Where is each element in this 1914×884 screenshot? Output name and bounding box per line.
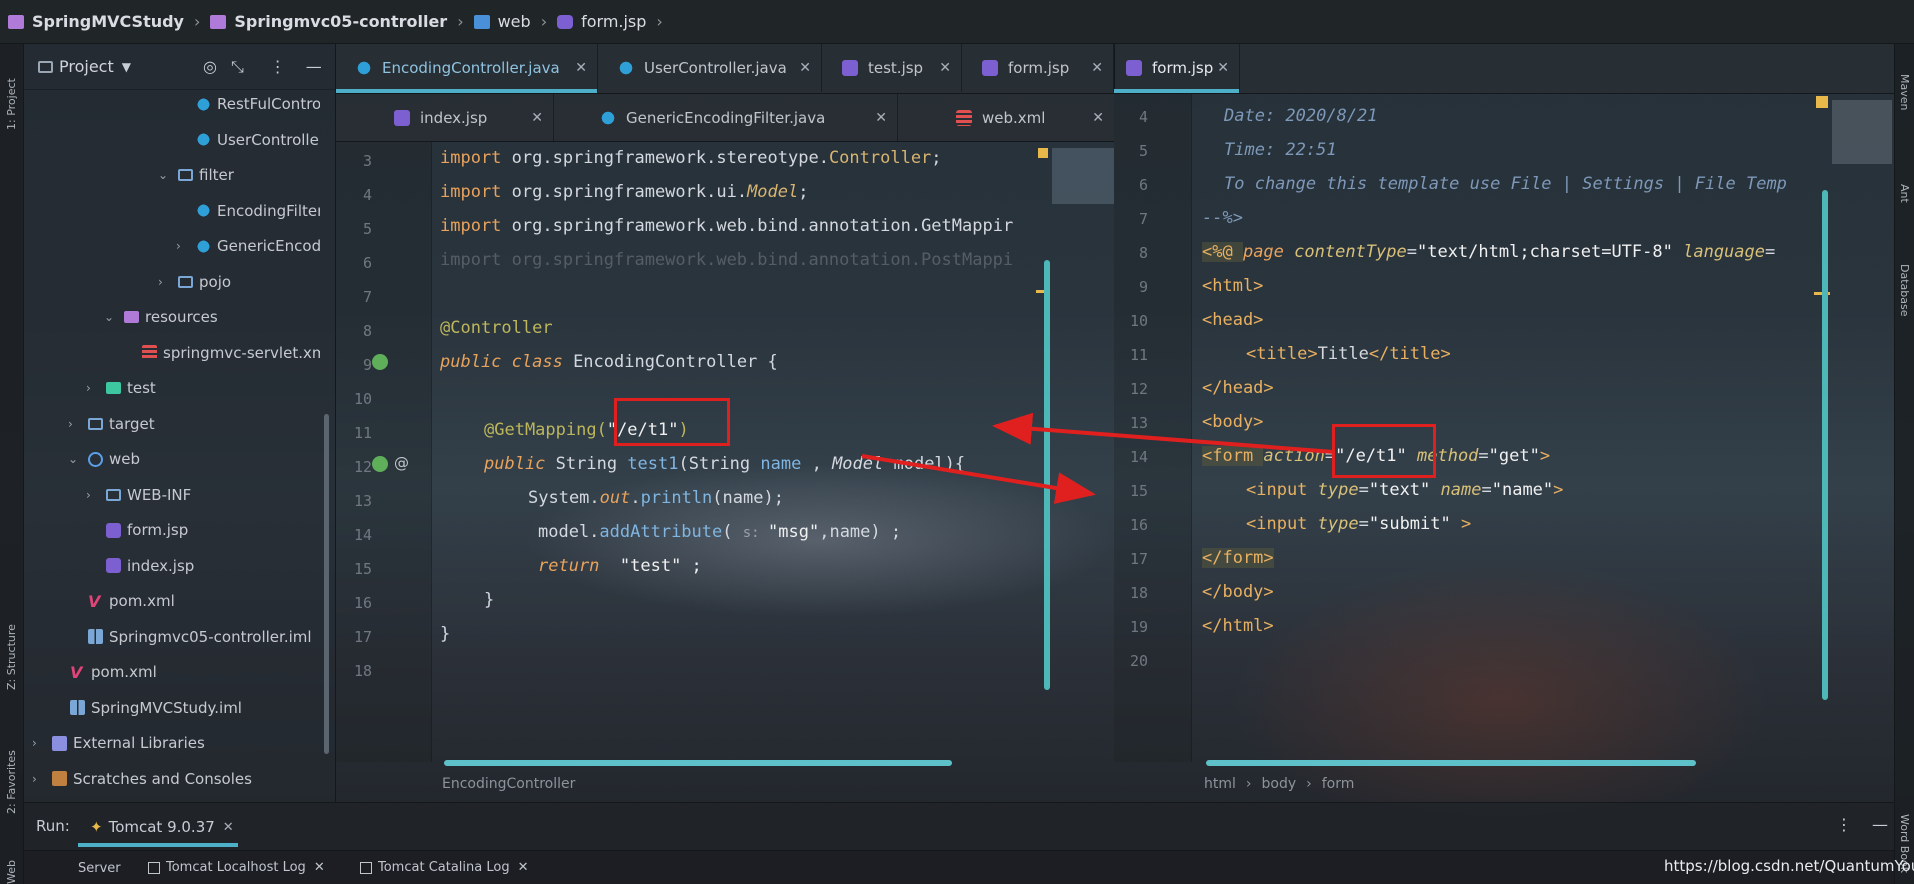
close-icon[interactable]: ✕ <box>223 820 234 835</box>
close-icon[interactable]: ✕ <box>314 860 325 875</box>
log-icon <box>360 861 372 874</box>
run-sub-tabs: Server Tomcat Localhost Log ✕ Tomcat Cat… <box>24 850 1914 884</box>
arrow-form-to-controller <box>992 412 1335 454</box>
watermark: https://blog.csdn.net/QuantumYou <box>1664 857 1914 875</box>
close-icon[interactable]: ✕ <box>518 860 529 875</box>
tomcat-icon: ✦ <box>90 818 103 836</box>
run-config-label: Tomcat 9.0.37 <box>108 818 215 836</box>
tab-label: Tomcat Catalina Log <box>378 860 510 875</box>
run-toolbar: Run: ✦ Tomcat 9.0.37 ✕ ⋮ — <box>24 802 1894 850</box>
hide-panel-icon[interactable]: — <box>1872 815 1888 834</box>
tab-tomcat-localhost-log[interactable]: Tomcat Localhost Log ✕ <box>148 860 325 875</box>
active-tab-indicator <box>78 843 238 847</box>
tab-server[interactable]: Server <box>78 861 121 876</box>
annotation-arrows <box>861 412 1335 504</box>
arrow-controller-to-form <box>861 454 1096 504</box>
tab-tomcat-catalina-log[interactable]: Tomcat Catalina Log ✕ <box>360 860 529 875</box>
more-options-icon[interactable]: ⋮ <box>1836 815 1852 834</box>
log-icon <box>148 861 160 874</box>
run-label: Run: <box>36 817 70 835</box>
tab-label: Tomcat Localhost Log <box>166 860 306 875</box>
run-config-tab[interactable]: ✦ Tomcat 9.0.37 ✕ <box>78 807 238 847</box>
